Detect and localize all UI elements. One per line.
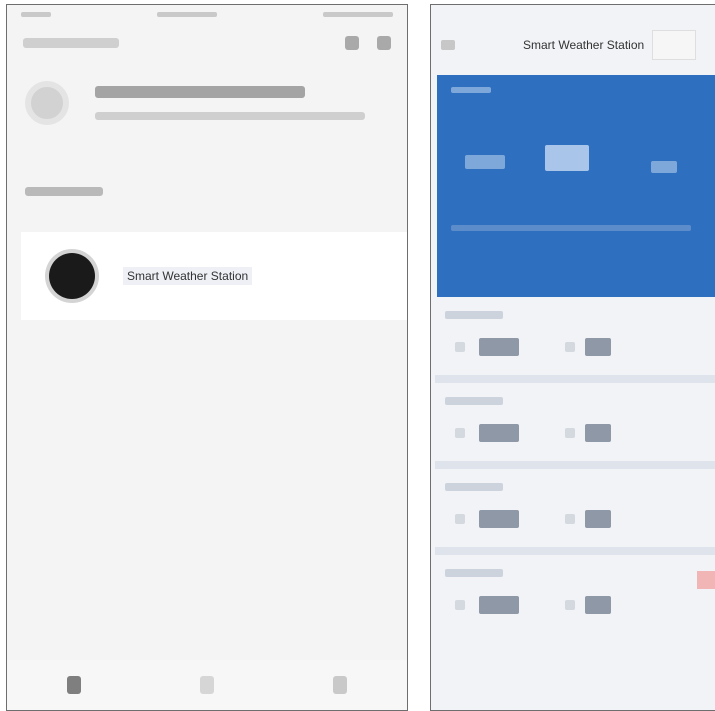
home-top-bar xyxy=(7,23,407,63)
metric-value xyxy=(585,338,611,356)
metric-icon xyxy=(455,342,465,352)
metric-icon xyxy=(565,342,575,352)
metric-row xyxy=(435,491,715,547)
nav-home-icon[interactable] xyxy=(66,676,81,694)
nav-scene-icon[interactable] xyxy=(199,676,214,694)
bottom-nav xyxy=(7,660,407,710)
status-indicators xyxy=(157,11,217,17)
section-label xyxy=(25,187,103,196)
metric-value xyxy=(585,510,611,528)
divider xyxy=(435,547,715,555)
profile-section[interactable] xyxy=(7,63,407,143)
metric-value xyxy=(479,338,519,356)
weather-value-main xyxy=(545,145,589,171)
metric-icon xyxy=(565,428,575,438)
weather-card-label xyxy=(451,87,491,93)
status-bar xyxy=(431,5,715,25)
metric-card xyxy=(435,483,715,547)
weather-card-details xyxy=(451,225,691,231)
metric-value xyxy=(479,510,519,528)
metric-icon xyxy=(565,514,575,524)
detail-title: Smart Weather Station xyxy=(523,38,645,52)
profile-text xyxy=(95,86,365,120)
metric-card xyxy=(435,311,715,375)
metric-icon xyxy=(455,600,465,610)
metric-value xyxy=(479,596,519,614)
metric-label xyxy=(445,483,503,491)
back-arrow-icon[interactable] xyxy=(441,40,455,50)
header-action-button[interactable] xyxy=(652,30,697,60)
metric-row xyxy=(435,405,715,461)
metric-icon xyxy=(455,428,465,438)
nav-profile-icon[interactable] xyxy=(333,676,348,694)
avatar xyxy=(25,81,69,125)
status-icons xyxy=(323,11,393,17)
weather-value-left xyxy=(465,155,505,169)
weather-card xyxy=(437,75,715,297)
metric-value xyxy=(585,424,611,442)
device-detail-screen: Smart Weather Station xyxy=(430,4,715,711)
metric-row xyxy=(435,319,715,375)
metric-row xyxy=(435,577,715,633)
metric-value xyxy=(479,424,519,442)
metric-icon xyxy=(455,514,465,524)
device-name: Smart Weather Station xyxy=(123,267,253,285)
home-selector[interactable] xyxy=(23,38,119,48)
metric-value xyxy=(585,596,611,614)
metric-label xyxy=(445,311,503,319)
divider xyxy=(435,461,715,469)
menu-icon[interactable] xyxy=(377,36,391,50)
home-screen: Smart Weather Station xyxy=(6,4,408,711)
metric-card xyxy=(435,397,715,461)
detail-header: Smart Weather Station xyxy=(431,25,715,65)
metric-label xyxy=(445,569,503,577)
device-icon xyxy=(49,253,95,299)
profile-subtitle xyxy=(95,112,365,120)
divider xyxy=(435,375,715,383)
profile-name xyxy=(95,86,305,98)
alert-badge xyxy=(697,571,715,589)
metric-icon xyxy=(565,600,575,610)
weather-value-right xyxy=(651,161,677,173)
metric-card xyxy=(435,569,715,633)
status-time xyxy=(21,11,51,17)
add-icon[interactable] xyxy=(345,36,359,50)
metric-label xyxy=(445,397,503,405)
status-bar xyxy=(7,5,407,23)
device-card[interactable]: Smart Weather Station xyxy=(21,232,407,320)
